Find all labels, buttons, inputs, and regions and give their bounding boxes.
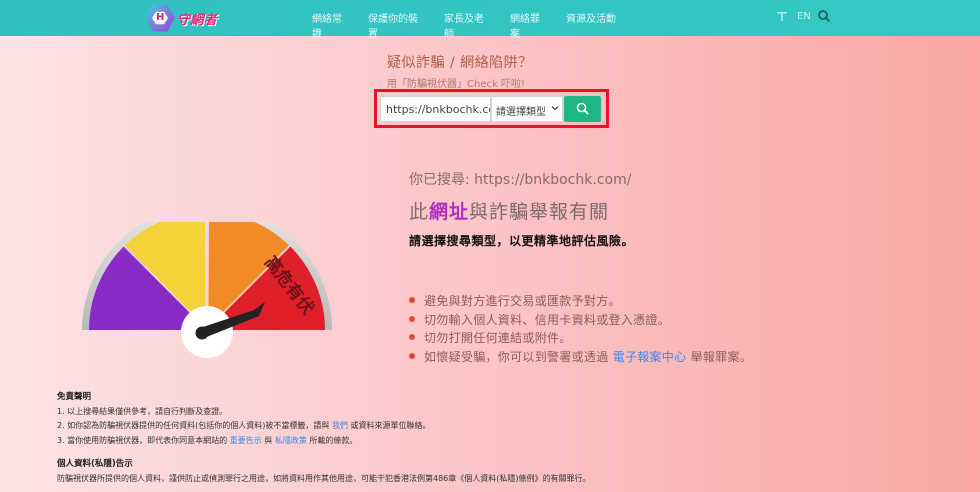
language-toggle[interactable]: EN xyxy=(797,11,811,22)
privacy-line: 防騙視伏器所提供的個人資料，謹供防止或偵測罪行之用途，如將資料用作其他用途，可能… xyxy=(57,473,591,483)
nav-item-cyber-knowledge[interactable]: 網絡常識 xyxy=(312,10,350,40)
disclaimer: 免責聲明 1. 以上搜尋結果僅供參考，請自行判斷及查證。 2. 如你認為防騙視伏… xyxy=(57,390,431,448)
site-logo[interactable]: H 守網者 xyxy=(145,3,225,33)
searched-url: 你已搜尋: https://bnkbochk.com/ xyxy=(409,172,632,188)
list-item: 切勿輸入個人資料、信用卡資料或登入憑證。 xyxy=(409,311,752,330)
top-navbar: H 守網者 網絡常識 保護你的裝置 家長及老師 網絡罪案 資源及活動 EN xyxy=(0,0,980,40)
bullet-icon xyxy=(409,352,415,359)
logo-hex-icon: H xyxy=(145,4,175,32)
result-instruction: 請選擇搜尋類型，以更精準地評估風險。 xyxy=(409,234,635,248)
search-type-selected: 請選擇類型 xyxy=(496,107,546,118)
nav-item-cyber-crime[interactable]: 網絡罪案 xyxy=(510,10,548,40)
risk-gauge: 高危有伏 xyxy=(82,222,332,358)
privacy-notice: 個人資料(私隱)告示 防騙視伏器所提供的個人資料，謹供防止或偵測罪行之用途，如將… xyxy=(57,457,591,486)
bullet-icon xyxy=(409,334,415,340)
bullet-icon xyxy=(409,297,415,303)
safety-tips-list: 避免與對方進行交易或匯款予對方。 切勿輸入個人資料、信用卡資料或登入憑證。 切勿… xyxy=(409,292,752,366)
chevron-down-icon xyxy=(551,106,559,111)
privacy-title: 個人資料(私隱)告示 xyxy=(57,459,133,469)
nav-item-parents-teachers[interactable]: 家長及老師 xyxy=(444,10,492,40)
disclaimer-line: 3. 當你使用防騙視伏器，即代表你同意本網站的 重要告示 與 私隱政策 所載的條… xyxy=(57,435,358,445)
searched-url-value: https://bnkbochk.com/ xyxy=(474,172,632,188)
verdict-highlight: 網址 xyxy=(429,201,470,223)
bullet-icon xyxy=(409,315,415,322)
disclaimer-line: 2. 如你認為防騙視伏器提供的任何資料(包括你的個人資料)被不當標籤，請與 我們… xyxy=(57,421,431,430)
main-nav: 網絡常識 保護你的裝置 家長及老師 網絡罪案 資源及活動 xyxy=(312,10,634,40)
text-size-icon[interactable] xyxy=(776,10,788,22)
logo-text: 守網者 xyxy=(177,13,218,28)
search-type-select[interactable]: 請選擇類型 xyxy=(491,96,563,122)
url-search-input[interactable]: https://bnkbochk.com/ xyxy=(380,96,491,122)
disclaimer-line: 1. 以上搜尋結果僅供參考，請自行判斷及查證。 xyxy=(57,406,228,416)
e-report-centre-link[interactable]: 電子報案中心 xyxy=(613,350,687,364)
privacy-policy-link[interactable]: 私隱政策 xyxy=(275,436,307,445)
important-notice-link[interactable]: 重要告示 xyxy=(230,436,262,445)
search-icon[interactable] xyxy=(817,9,831,23)
search-title: 疑似詐騙 / 網絡陷阱？ xyxy=(387,55,533,71)
list-item: 切勿打開任何連結或附件。 xyxy=(409,329,752,348)
nav-item-protect-devices[interactable]: 保護你的裝置 xyxy=(368,10,426,40)
disclaimer-title: 免責聲明 xyxy=(57,392,92,402)
search-subtitle: 用「防騙視伏器」Check 吓啦! xyxy=(387,79,525,90)
result-verdict: 此網址與詐騙舉報有關 xyxy=(409,201,610,223)
nav-item-resources[interactable]: 資源及活動 xyxy=(566,10,616,40)
list-item: 如懷疑受騙，你可以到警署或透過 電子報案中心 舉報罪案。 xyxy=(409,348,752,367)
search-button[interactable] xyxy=(564,96,601,122)
search-icon xyxy=(576,102,589,115)
list-item: 避免與對方進行交易或匯款予對方。 xyxy=(409,292,752,311)
contact-us-link[interactable]: 我們 xyxy=(332,421,348,430)
